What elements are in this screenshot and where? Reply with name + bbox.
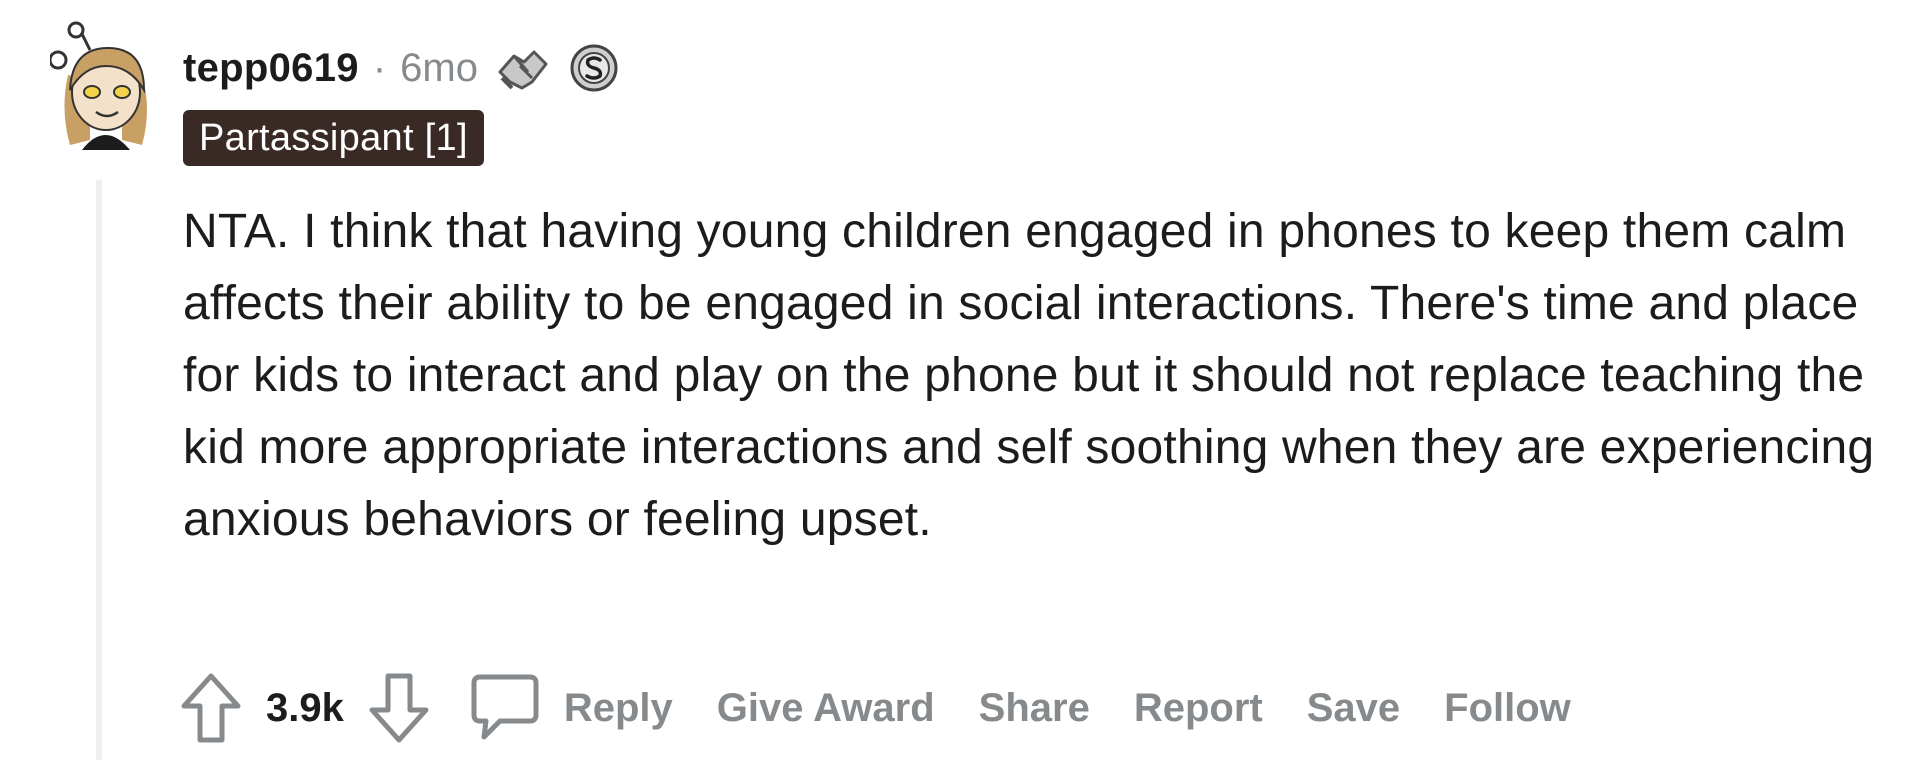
- comment-actions: 3.9k Reply Give Award Share Report Save …: [178, 668, 1571, 748]
- silver-coin-award-icon[interactable]: [568, 42, 620, 94]
- comment-bubble-icon[interactable]: [470, 671, 540, 745]
- downvote-arrow-icon[interactable]: [366, 670, 432, 746]
- handshake-award-icon[interactable]: [494, 42, 552, 94]
- timestamp-link[interactable]: 6mo: [400, 46, 478, 91]
- comment-body-paragraph: NTA. I think that having young children …: [183, 205, 1875, 546]
- report-button[interactable]: Report: [1134, 686, 1263, 731]
- thread-line[interactable]: [96, 180, 102, 760]
- avatar-image: [48, 21, 147, 150]
- comment-meta: tepp0619 · 6mo: [183, 38, 620, 98]
- share-button[interactable]: Share: [979, 686, 1090, 731]
- upvote-arrow-icon[interactable]: [178, 670, 244, 746]
- user-flair-badge: Partassipant [1]: [183, 110, 484, 166]
- meta-separator: ·: [372, 45, 387, 90]
- comment-body: NTA. I think that having young children …: [183, 196, 1883, 556]
- vote-score: 3.9k: [266, 685, 344, 730]
- give-award-button[interactable]: Give Award: [717, 686, 935, 731]
- username-link[interactable]: tepp0619: [183, 46, 359, 91]
- follow-button[interactable]: Follow: [1444, 686, 1571, 731]
- save-button[interactable]: Save: [1307, 686, 1400, 731]
- reply-button[interactable]: Reply: [564, 686, 673, 731]
- avatar[interactable]: [48, 20, 160, 155]
